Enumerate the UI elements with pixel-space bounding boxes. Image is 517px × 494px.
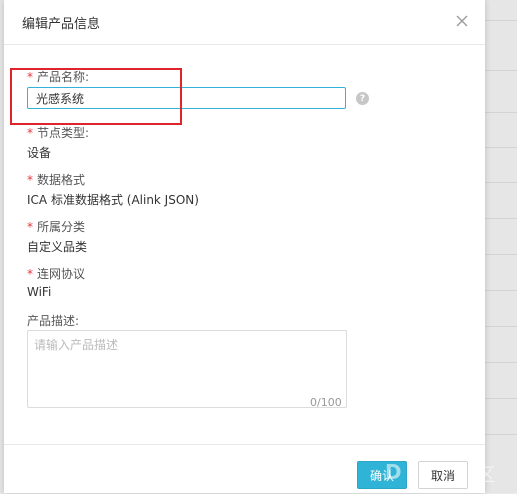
dialog-header: 编辑产品信息	[4, 0, 485, 45]
background-table-lines	[485, 0, 517, 493]
close-button[interactable]	[453, 12, 471, 30]
category-value: 自定义品类	[27, 240, 88, 254]
category-label: * 所属分类	[27, 220, 86, 234]
required-star: *	[27, 70, 33, 84]
confirm-button[interactable]: 确认	[357, 461, 407, 489]
network-protocol-value: WiFi	[27, 285, 52, 299]
product-name-input[interactable]	[27, 87, 346, 109]
product-name-label: * 产品名称:	[27, 70, 90, 84]
node-type-label: * 节点类型:	[27, 126, 90, 140]
data-format-label: * 数据格式	[27, 173, 86, 187]
edit-product-dialog: 编辑产品信息 *产品名称: ? *节点类型: 设备 *数据格式 ICA 标准数据…	[4, 0, 485, 493]
required-star: *	[27, 173, 33, 187]
description-label: 产品描述:	[27, 314, 80, 328]
required-star: *	[27, 126, 33, 140]
required-star: *	[27, 267, 33, 281]
description-textarea[interactable]	[27, 330, 347, 408]
question-icon[interactable]: ?	[356, 92, 369, 105]
dialog-title: 编辑产品信息	[22, 17, 101, 32]
close-icon	[456, 15, 468, 27]
network-protocol-label: * 连网协议	[27, 267, 86, 281]
dialog-footer: 确认 取消	[4, 444, 485, 494]
data-format-value: ICA 标准数据格式 (Alink JSON)	[27, 193, 199, 207]
required-star: *	[27, 220, 33, 234]
character-counter: 0/100	[310, 396, 342, 409]
cancel-button[interactable]: 取消	[418, 461, 468, 489]
node-type-value: 设备	[27, 146, 52, 160]
